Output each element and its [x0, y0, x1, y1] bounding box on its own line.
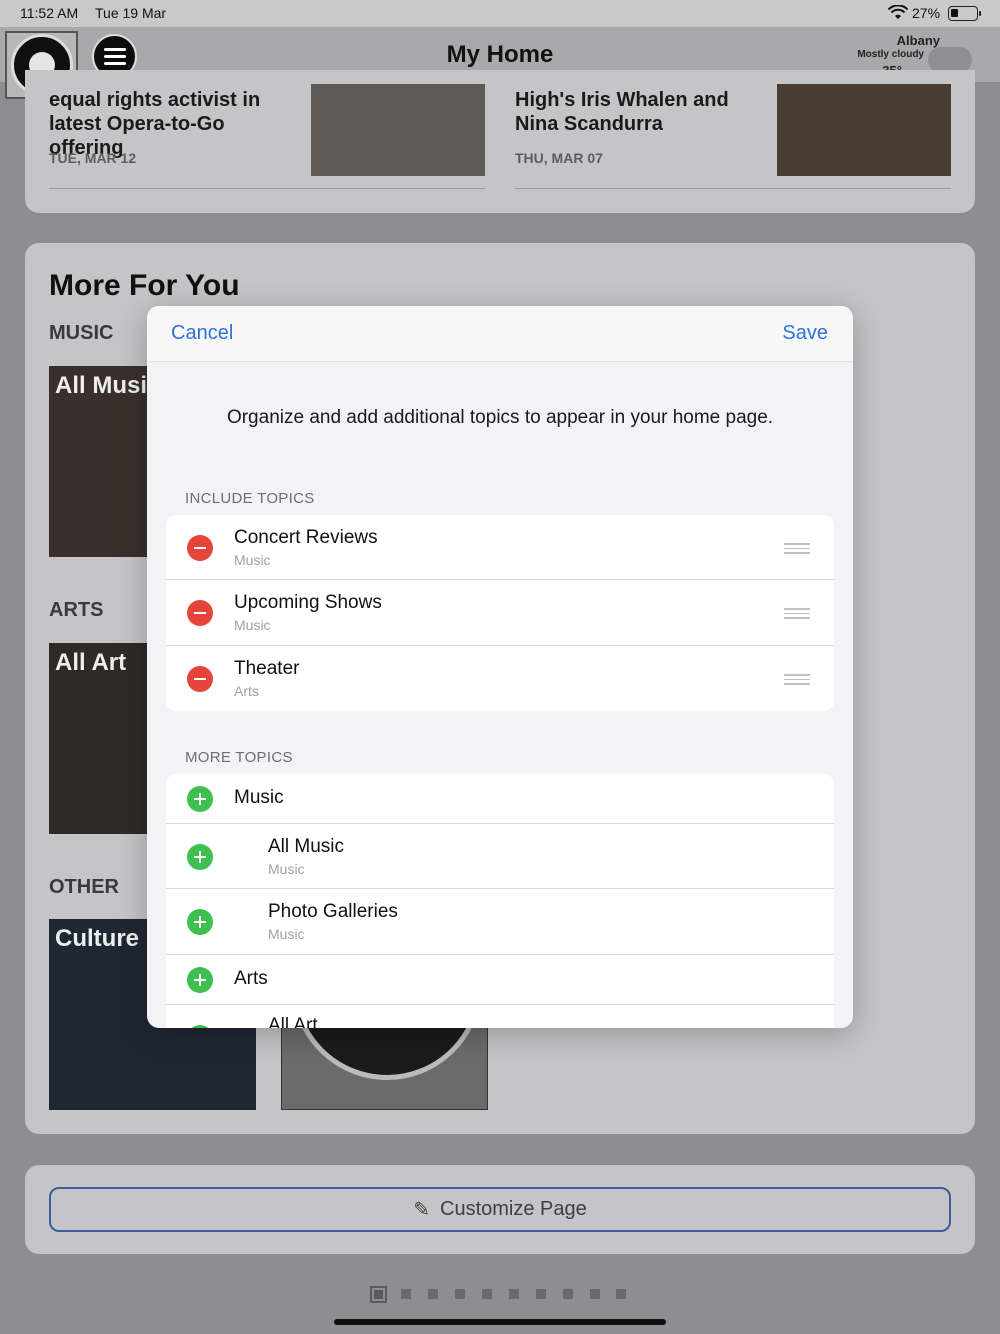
list-item[interactable]: Music	[166, 774, 834, 824]
topic-title: Concert Reviews	[234, 527, 378, 548]
list-item[interactable]: All Art	[166, 1005, 834, 1028]
news-thumbnail	[777, 84, 951, 176]
page-indicator[interactable]	[0, 1285, 1000, 1303]
news-date: THU, MAR 07	[515, 150, 603, 166]
status-bar: 11:52 AM Tue 19 Mar 27%	[0, 0, 1000, 27]
list-item[interactable]: Concert Reviews Music	[166, 515, 834, 580]
battery-percent: 27%	[912, 5, 941, 21]
topic-subtitle: Music	[268, 926, 305, 942]
page-dot[interactable]	[616, 1289, 626, 1299]
topic-subtitle: Music	[234, 617, 271, 633]
topics-modal: Cancel Save Organize and add additional …	[147, 306, 853, 1028]
list-item[interactable]: Upcoming Shows Music	[166, 580, 834, 646]
topic-title: Arts	[234, 968, 268, 989]
wifi-icon	[888, 5, 908, 19]
page-dot[interactable]	[455, 1289, 465, 1299]
weather-city: Albany	[896, 33, 940, 48]
add-icon[interactable]	[187, 909, 213, 935]
weather-condition: Mostly cloudy	[857, 49, 924, 60]
add-icon[interactable]	[187, 844, 213, 870]
topic-title: All Art	[268, 1015, 318, 1028]
topic-subtitle: Arts	[234, 683, 259, 699]
modal-intro: Organize and add additional topics to ap…	[226, 407, 774, 428]
topic-title: Music	[234, 787, 284, 808]
cancel-button[interactable]: Cancel	[171, 322, 233, 345]
news-date: TUE, MAR 12	[49, 150, 137, 166]
topic-title: All Music	[268, 836, 345, 857]
tile-label: Culture	[55, 925, 139, 952]
topic-title: Theater	[234, 658, 300, 679]
topic-subtitle: Music	[268, 861, 305, 877]
list-item[interactable]: Photo Galleries Music	[166, 889, 834, 955]
status-date: Tue 19 Mar	[95, 5, 167, 21]
news-headline: High's Iris Whalen and Nina Scandurra	[515, 89, 729, 135]
battery-icon	[948, 6, 981, 21]
topic-subtitle: Music	[234, 552, 271, 568]
news-item[interactable]: equal rights activist in latest Opera-to…	[49, 78, 485, 189]
list-item[interactable]: Theater Arts	[166, 646, 834, 711]
category-label-arts: ARTS	[49, 599, 104, 621]
customize-label: Customize Page	[440, 1198, 587, 1220]
news-thumbnail	[311, 84, 485, 176]
more-topics-label: MORE TOPICS	[185, 749, 293, 766]
save-button[interactable]: Save	[782, 322, 828, 345]
drag-handle-icon[interactable]	[784, 543, 810, 554]
page-dot[interactable]	[428, 1289, 438, 1299]
category-label-other: OTHER	[49, 876, 119, 898]
home-indicator[interactable]	[334, 1319, 666, 1325]
page-dot[interactable]	[401, 1289, 411, 1299]
page-dot[interactable]	[563, 1289, 573, 1299]
drag-handle-icon[interactable]	[784, 608, 810, 619]
section-title: More For You	[49, 269, 240, 302]
modal-header: Cancel Save	[147, 306, 853, 362]
list-item[interactable]: All Music Music	[166, 824, 834, 889]
topic-title: Photo Galleries	[268, 901, 398, 922]
drag-handle-icon[interactable]	[784, 674, 810, 685]
status-time: 11:52 AM	[20, 5, 79, 21]
add-icon[interactable]	[187, 786, 213, 812]
page-dot[interactable]	[509, 1289, 519, 1299]
list-item[interactable]: Arts	[166, 955, 834, 1005]
include-topics-list: Concert Reviews Music Upcoming Shows Mus…	[166, 515, 834, 711]
add-icon[interactable]	[187, 1025, 213, 1028]
pencil-icon: ✎	[413, 1199, 430, 1221]
page-dot-active[interactable]	[370, 1286, 387, 1303]
customize-card: ✎ Customize Page	[25, 1165, 975, 1254]
remove-icon[interactable]	[187, 535, 213, 561]
add-icon[interactable]	[187, 967, 213, 993]
include-topics-label: INCLUDE TOPICS	[185, 490, 315, 507]
tile-label: All Music	[55, 372, 161, 399]
news-card: equal rights activist in latest Opera-to…	[25, 70, 975, 213]
remove-icon[interactable]	[187, 666, 213, 692]
news-item[interactable]: High's Iris Whalen and Nina Scandurra TH…	[515, 78, 951, 189]
tile-label: All Art	[55, 649, 127, 676]
page-dot[interactable]	[482, 1289, 492, 1299]
category-label-music: MUSIC	[49, 322, 114, 344]
topic-title: Upcoming Shows	[234, 592, 382, 613]
more-topics-list: Music All Music Music Photo Galleries Mu…	[166, 774, 834, 1028]
customize-page-button[interactable]: ✎ Customize Page	[49, 1187, 951, 1232]
remove-icon[interactable]	[187, 600, 213, 626]
page-dot[interactable]	[590, 1289, 600, 1299]
page-dot[interactable]	[536, 1289, 546, 1299]
